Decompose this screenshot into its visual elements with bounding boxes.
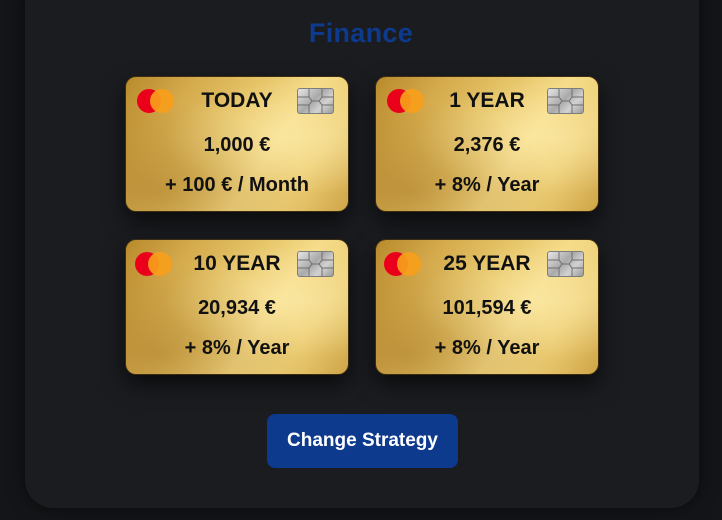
card-label: TODAY	[201, 89, 273, 112]
card-label: 10 YEAR	[193, 252, 281, 275]
card-rate: + 8% / Year	[434, 337, 540, 359]
card-chip-icon	[547, 88, 584, 114]
card-amount: 1,000 €	[203, 134, 271, 156]
card-amount: 20,934 €	[198, 297, 276, 319]
change-strategy-button[interactable]: Change Strategy	[267, 414, 458, 468]
card-chip-icon	[297, 88, 334, 114]
card-today: TODAY 1,000 € + 100 € / Month	[125, 76, 349, 212]
card-chip-icon	[547, 251, 584, 277]
card-25-year: 25 YEAR 101,594 € + 8% / Year	[375, 239, 599, 375]
card-amount: 2,376 €	[453, 134, 521, 156]
card-amount: 101,594 €	[442, 297, 532, 319]
card-10-year: 10 YEAR 20,934 € + 8% / Year	[125, 239, 349, 375]
card-chip-icon	[297, 251, 334, 277]
card-label: 25 YEAR	[443, 252, 531, 275]
card-1-year: 1 YEAR 2,376 € + 8% / Year	[375, 76, 599, 212]
card-rate: + 8% / Year	[434, 174, 540, 196]
card-rate: + 8% / Year	[184, 337, 290, 359]
card-rate: + 100 € / Month	[165, 174, 309, 196]
page-title: Finance	[308, 18, 414, 48]
card-label: 1 YEAR	[449, 89, 525, 112]
